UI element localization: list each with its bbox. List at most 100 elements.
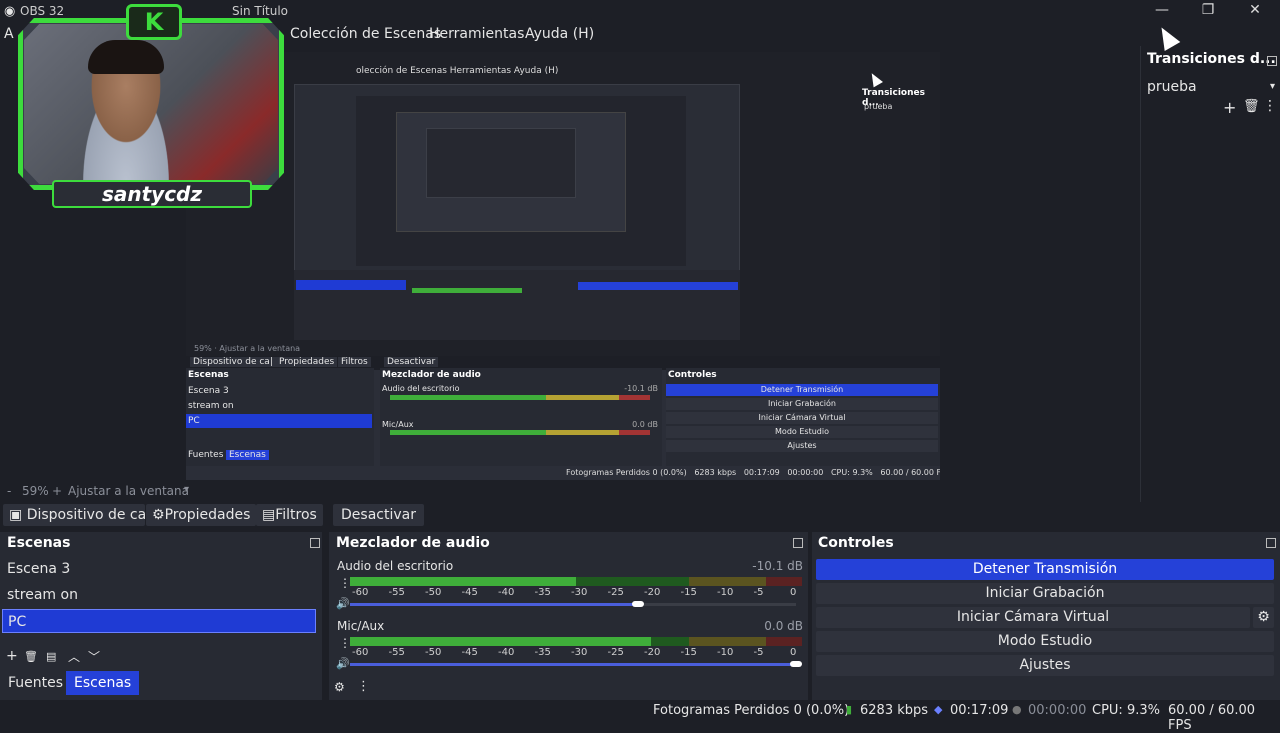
nested-tb-filters: Filtros <box>338 357 371 367</box>
volume-slider[interactable] <box>350 663 796 666</box>
nested-screen-5 <box>426 128 576 198</box>
meter-tick-label: -25 <box>607 647 624 658</box>
dock-float-icon[interactable] <box>1267 56 1277 66</box>
nested-selected-scene <box>296 280 406 290</box>
nested-mixer-ch1-db: -10.1 dB <box>624 384 658 393</box>
virtual-camera-gear-icon[interactable]: ⚙ <box>1253 607 1274 628</box>
minimize-button[interactable]: — <box>1150 2 1174 22</box>
start-recording-button[interactable]: Iniciar Grabación <box>816 583 1274 604</box>
trash-icon[interactable]: 🗑 <box>24 650 38 663</box>
volume-slider-handle[interactable] <box>632 601 644 607</box>
meter-tick-label: -5 <box>753 587 764 598</box>
volume-slider-handle[interactable] <box>790 661 802 667</box>
meter-tick-label: -20 <box>644 647 661 658</box>
preview-canvas[interactable]: olección de Escenas Herramientas Ayuda (… <box>186 52 940 480</box>
scene-item[interactable]: Escena 3 <box>2 557 316 581</box>
speaker-icon[interactable]: 🔊 <box>336 657 350 670</box>
nested-mixer-ch2-name: Mic/Aux <box>382 420 414 429</box>
cpu-usage: CPU: 9.3% <box>1092 703 1160 718</box>
tab-sources[interactable]: Fuentes <box>0 671 71 695</box>
stop-streaming-button[interactable]: Detener Transmisión <box>816 559 1274 580</box>
studio-mode-button[interactable]: Modo Estudio <box>816 631 1274 652</box>
nested-status: Fotogramas Perdidos 0 (0.0%) 6283 kbps 0… <box>566 468 940 477</box>
mixer-gear-icon[interactable]: ⚙ <box>334 680 345 694</box>
nested-tb-props: Propiedades <box>276 357 338 367</box>
volume-slider-rest[interactable] <box>635 603 796 606</box>
dock-float-icon[interactable] <box>1266 538 1276 548</box>
source-device-button[interactable]: ▣ Dispositivo de ca| <box>3 504 145 526</box>
more-icon[interactable]: ⋮ <box>1263 98 1277 114</box>
meter-tick-label: -10 <box>717 587 734 598</box>
meter-tick-label: -55 <box>388 647 405 658</box>
settings-button[interactable]: Ajustes <box>816 655 1274 676</box>
meter-tick-label: -30 <box>571 587 588 598</box>
zoom-plus-icon[interactable]: + <box>52 484 62 498</box>
chevron-down-icon: ▾ <box>1269 81 1275 92</box>
webcam-name-plate: santycdz <box>52 180 252 208</box>
record-icon: ● <box>1012 703 1022 716</box>
dock-float-icon[interactable] <box>793 538 803 548</box>
audio-mixer-dock: Mezclador de audio <box>329 532 808 700</box>
nested-zoom: 59% · Ajustar a la ventana <box>194 344 301 353</box>
nested-ctrl-vcam: Iniciar Cámara Virtual <box>666 412 938 424</box>
controls-title: Controles <box>818 535 894 551</box>
zoom-fit-label[interactable]: Ajustar a la ventana <box>68 484 189 498</box>
stream-time: 00:17:09 <box>950 703 1009 718</box>
nested-stop-button <box>578 282 738 290</box>
chevron-down-icon[interactable]: ﹀ <box>88 648 100 665</box>
meter-tick-label: -50 <box>425 647 442 658</box>
status-bar <box>0 700 1280 720</box>
meter-tick-label: -60 <box>352 647 369 658</box>
nested-mixer-title: Mezclador de audio <box>382 370 481 380</box>
meter-tick-label: -10 <box>717 647 734 658</box>
transitions-title: Transiciones d... <box>1147 51 1276 67</box>
more-icon[interactable]: ⋮ <box>357 679 370 694</box>
bitrate: 6283 kbps <box>860 703 929 718</box>
trash-icon[interactable]: 🗑 <box>1243 99 1260 114</box>
properties-button[interactable]: ⚙Propiedades <box>146 504 257 526</box>
streamer-hair <box>88 40 164 74</box>
nested-ctrl-stop: Detener Transmisión <box>666 384 938 396</box>
filter-icon[interactable]: ▤ <box>46 650 56 663</box>
deactivate-button[interactable]: Desactivar <box>333 504 424 526</box>
scene-item[interactable]: stream on <box>2 583 316 607</box>
filters-button[interactable]: ▤Filtros <box>256 504 323 526</box>
close-button[interactable]: ✕ <box>1243 2 1267 22</box>
virtual-camera-button[interactable]: Iniciar Cámara Virtual <box>816 607 1250 628</box>
nested-tb-deactivate: Desactivar <box>384 357 439 367</box>
dropped-frames: Fotogramas Perdidos 0 (0.0%) <box>653 703 850 718</box>
zoom-percent: 59% <box>22 484 49 498</box>
fps: 60.00 / 60.00 FPS <box>1168 703 1256 733</box>
nested-controls-dock: Controles Detener Transmisión Iniciar Gr… <box>666 368 940 466</box>
chevron-up-icon[interactable]: ︿ <box>68 648 80 665</box>
speaker-icon[interactable]: 🔊 <box>336 597 350 610</box>
nested-scene-2: stream on <box>188 401 234 411</box>
transition-select[interactable]: prueba ▾ <box>1147 76 1275 98</box>
properties-label: Propiedades <box>164 507 251 523</box>
meter-tick-label: -15 <box>680 587 697 598</box>
tab-scenes[interactable]: Escenas <box>66 671 140 695</box>
meter-tick-label: -35 <box>534 587 551 598</box>
nested-ctrl-settings: Ajustes <box>666 440 938 452</box>
meter-tick-label: -60 <box>352 587 369 598</box>
zoom-chevron-icon[interactable]: ▾ <box>184 484 189 495</box>
volume-slider[interactable] <box>350 603 635 606</box>
menu-help[interactable]: Ayuda (H) <box>525 26 594 42</box>
dock-float-icon[interactable] <box>310 538 320 548</box>
nested-mixer-ch1-name: Audio del escritorio <box>382 384 460 393</box>
add-icon[interactable]: + <box>6 648 18 664</box>
add-icon[interactable]: + <box>1223 98 1236 117</box>
mixer-channel-name: Mic/Aux <box>337 619 385 633</box>
menu-tools[interactable]: Herramientas <box>429 26 524 42</box>
source-device-label: Dispositivo de ca| <box>26 507 145 523</box>
audio-meter-level <box>350 637 651 646</box>
filter-icon: ▤ <box>262 507 276 523</box>
scene-item-selected[interactable]: PC <box>2 609 316 633</box>
menu-scene-collection[interactable]: Colección de Escenas <box>290 26 441 42</box>
nested-scenes-title: Escenas <box>188 370 229 380</box>
maximize-button[interactable]: ❐ <box>1196 2 1220 22</box>
zoom-minus-icon[interactable]: - <box>7 484 11 498</box>
camera-icon: ▣ <box>9 507 23 523</box>
stream-icon: ◆ <box>934 703 943 716</box>
meter-tick-label: 0 <box>790 647 797 658</box>
